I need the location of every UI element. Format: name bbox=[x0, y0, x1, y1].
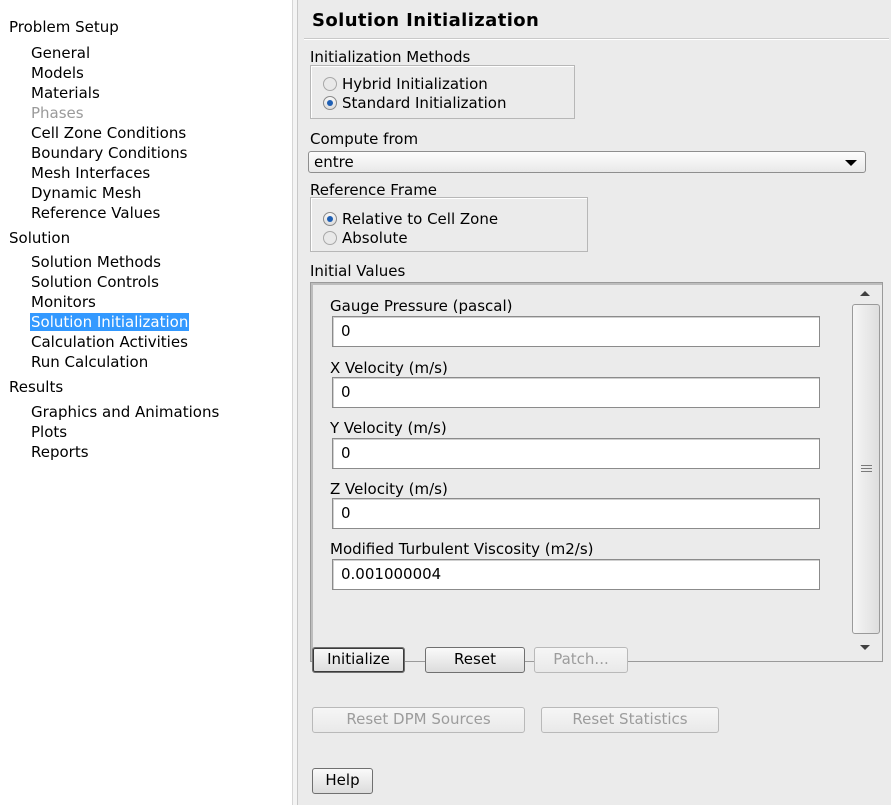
radio-button-selected-icon[interactable] bbox=[323, 212, 337, 226]
patch-button: Patch... bbox=[534, 647, 628, 673]
radio-absolute[interactable]: Absolute bbox=[323, 229, 408, 247]
nav-item-plots[interactable]: Plots bbox=[30, 423, 68, 441]
scroll-down-arrow-icon[interactable] bbox=[860, 645, 870, 650]
compute-from-select[interactable]: entre bbox=[308, 151, 866, 173]
radio-label: Standard Initialization bbox=[342, 94, 507, 112]
reset-dpm-sources-button: Reset DPM Sources bbox=[312, 707, 525, 733]
nav-section-problem-setup[interactable]: Problem Setup bbox=[9, 18, 119, 36]
radio-label: Hybrid Initialization bbox=[342, 75, 488, 93]
scroll-up-arrow-icon[interactable] bbox=[860, 291, 870, 296]
nav-item-run-calculation[interactable]: Run Calculation bbox=[30, 353, 149, 371]
init-methods-group: Hybrid Initialization Standard Initializ… bbox=[310, 65, 575, 119]
compute-from-value: entre bbox=[314, 153, 354, 171]
radio-label: Relative to Cell Zone bbox=[342, 210, 499, 228]
nav-item-cell-zone-conditions[interactable]: Cell Zone Conditions bbox=[30, 124, 187, 142]
initial-values-scroll-area[interactable]: Gauge Pressure (pascal) 0 X Velocity (m/… bbox=[310, 282, 883, 662]
x-velocity-field[interactable]: 0 bbox=[332, 377, 820, 408]
nav-item-dynamic-mesh[interactable]: Dynamic Mesh bbox=[30, 184, 142, 202]
nav-item-reference-values[interactable]: Reference Values bbox=[30, 204, 161, 222]
chevron-down-icon[interactable] bbox=[845, 160, 857, 166]
initial-values-label: Initial Values bbox=[310, 262, 406, 280]
nav-item-monitors[interactable]: Monitors bbox=[30, 293, 97, 311]
y-velocity-field[interactable]: 0 bbox=[332, 438, 820, 469]
nav-item-calculation-activities[interactable]: Calculation Activities bbox=[30, 333, 189, 351]
nav-item-solution-initialization[interactable]: Solution Initialization bbox=[30, 313, 190, 331]
z-velocity-label: Z Velocity (m/s) bbox=[330, 480, 448, 498]
radio-standard-initialization[interactable]: Standard Initialization bbox=[323, 94, 506, 112]
y-velocity-label: Y Velocity (m/s) bbox=[330, 419, 447, 437]
nav-section-results[interactable]: Results bbox=[9, 378, 63, 396]
nav-item-solution-methods[interactable]: Solution Methods bbox=[30, 253, 162, 271]
task-page: Solution Initialization Initialization M… bbox=[298, 0, 891, 805]
nav-item-general[interactable]: General bbox=[30, 44, 91, 62]
gauge-pressure-field[interactable]: 0 bbox=[332, 316, 820, 347]
navigation-tree: Problem Setup General Models Materials P… bbox=[0, 0, 292, 805]
radio-relative-to-cell-zone[interactable]: Relative to Cell Zone bbox=[323, 210, 498, 228]
nav-section-solution[interactable]: Solution bbox=[9, 229, 70, 247]
initialize-button[interactable]: Initialize bbox=[312, 647, 405, 673]
vertical-scrollbar[interactable] bbox=[850, 285, 880, 658]
page-title: Solution Initialization bbox=[312, 10, 540, 31]
z-velocity-field[interactable]: 0 bbox=[332, 498, 820, 529]
reset-button[interactable]: Reset bbox=[425, 647, 525, 673]
scrollbar-thumb[interactable] bbox=[852, 304, 880, 634]
nav-item-materials[interactable]: Materials bbox=[30, 84, 101, 102]
grip-icon bbox=[861, 465, 872, 472]
nav-item-phases: Phases bbox=[31, 104, 84, 122]
nav-item-solution-controls[interactable]: Solution Controls bbox=[30, 273, 160, 291]
reset-statistics-button: Reset Statistics bbox=[541, 707, 719, 733]
turbulent-viscosity-label: Modified Turbulent Viscosity (m2/s) bbox=[330, 540, 594, 558]
reference-frame-group: Relative to Cell Zone Absolute bbox=[310, 197, 588, 252]
radio-hybrid-initialization[interactable]: Hybrid Initialization bbox=[323, 75, 488, 93]
turbulent-viscosity-field[interactable]: 0.001000004 bbox=[332, 559, 820, 590]
nav-item-graphics-and-animations[interactable]: Graphics and Animations bbox=[30, 403, 220, 421]
gauge-pressure-label: Gauge Pressure (pascal) bbox=[330, 297, 513, 315]
radio-button-selected-icon[interactable] bbox=[323, 96, 337, 110]
x-velocity-label: X Velocity (m/s) bbox=[330, 359, 448, 377]
radio-button-icon[interactable] bbox=[323, 231, 337, 245]
nav-item-reports[interactable]: Reports bbox=[30, 443, 90, 461]
compute-from-label: Compute from bbox=[310, 130, 419, 148]
help-button[interactable]: Help bbox=[312, 768, 373, 794]
nav-item-boundary-conditions[interactable]: Boundary Conditions bbox=[30, 144, 188, 162]
radio-button-icon[interactable] bbox=[323, 77, 337, 91]
radio-label: Absolute bbox=[342, 229, 408, 247]
nav-item-models[interactable]: Models bbox=[30, 64, 85, 82]
init-methods-label: Initialization Methods bbox=[310, 48, 471, 66]
nav-item-mesh-interfaces[interactable]: Mesh Interfaces bbox=[30, 164, 151, 182]
title-divider bbox=[304, 38, 889, 40]
